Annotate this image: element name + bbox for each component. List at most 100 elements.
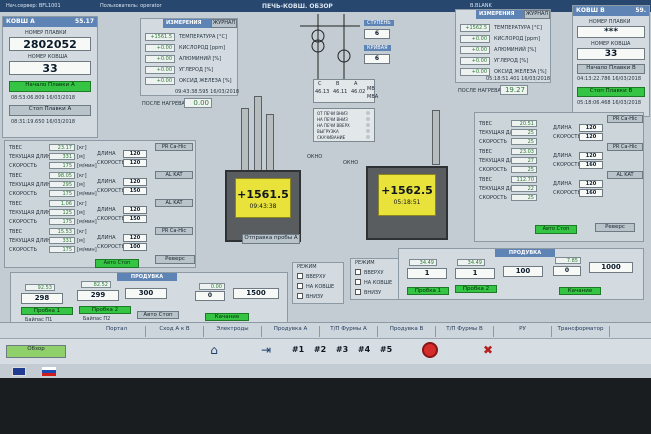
- nav-button[interactable]: #5: [376, 345, 396, 357]
- hood-status-item: НА ПЕЧИ ВНИЗ: [317, 117, 348, 122]
- wire-a-tag[interactable]: AL KAT: [155, 171, 193, 179]
- wire-b-setting-value[interactable]: 120: [579, 152, 603, 160]
- wire-a-tag[interactable]: PR Ca-Hic: [155, 143, 193, 151]
- purge-a-plug1-button[interactable]: Пробка 1: [21, 307, 73, 315]
- mode-checkbox[interactable]: [297, 283, 303, 289]
- wire-a-label: ТВЕС: [9, 201, 23, 207]
- wire-a-value: 23.17: [49, 144, 75, 151]
- wire-b-label: ТВЕС: [479, 121, 493, 127]
- measure-label: ОКСИД ЖЕЛЕЗА [%]: [494, 69, 547, 75]
- tab-1[interactable]: Портал: [88, 326, 146, 337]
- electrode-2: [254, 96, 262, 178]
- wire-a-tag[interactable]: AL KAT: [155, 199, 193, 207]
- wire-a-setting-label: ДЛИНА: [97, 235, 116, 241]
- tab-3[interactable]: Электроды: [204, 326, 262, 337]
- wire-b-setting-value[interactable]: 120: [579, 124, 603, 132]
- purge-b-panel: ПРОДУВКА 34.49 1 34.49 1 100 Пробка 1 Пр…: [398, 248, 644, 300]
- wire-a-setting-value[interactable]: 100: [123, 243, 147, 251]
- tab-7[interactable]: Т/П Фурмы В: [436, 326, 494, 337]
- wire-b-setting-value[interactable]: 160: [579, 161, 603, 169]
- ladle-b-stop-button[interactable]: Стоп Плавки В: [577, 87, 645, 97]
- wire-b-tag[interactable]: AL KAT: [607, 171, 643, 179]
- wire-a-reverse-button[interactable]: Реверс: [155, 255, 195, 264]
- purge-a-plug2-button[interactable]: Пробка 2: [79, 306, 131, 314]
- mode-item-label: ВВЕРХУ: [306, 274, 326, 280]
- wire-a-setting-value[interactable]: 120: [123, 159, 147, 167]
- ladle-a-no-label: НОМЕР КОВША: [28, 54, 68, 60]
- wire-b-auto-stop-button[interactable]: Авто Стоп: [535, 225, 577, 234]
- wire-b-setting-label: СКОРОСТЬ: [553, 190, 581, 196]
- nav-button[interactable]: #2: [310, 345, 330, 357]
- wire-b-tag[interactable]: PR Ca-Hic: [607, 115, 643, 123]
- ladle-a-header: КОВШ А 55.17: [3, 17, 97, 27]
- purge-b-p1-small: 34.49: [409, 259, 437, 266]
- phase-a-label: A: [354, 81, 358, 87]
- tab-2[interactable]: Сход А к В: [146, 326, 204, 337]
- ladle-a-stop-button[interactable]: Стоп Плавки А: [9, 105, 91, 116]
- wire-a-value: 331: [49, 237, 75, 244]
- send-sample-a-button[interactable]: Отправка пробы А: [242, 234, 300, 244]
- swing-b-button[interactable]: Качание: [559, 287, 601, 295]
- nav-button[interactable]: #3: [332, 345, 352, 357]
- tab-6[interactable]: Продувка В: [378, 326, 436, 337]
- ladle-b-start-button[interactable]: Начало Плавки В: [577, 64, 645, 74]
- wire-a-setting-value[interactable]: 120: [123, 178, 147, 186]
- measure-label: КИСЛОРОД [ppm]: [494, 36, 541, 42]
- exit-icon[interactable]: ⇥: [258, 343, 274, 359]
- wire-a-setting-value[interactable]: 120: [123, 150, 147, 158]
- mode-checkbox[interactable]: [355, 269, 361, 275]
- nav-button[interactable]: #1: [288, 345, 308, 357]
- mode-item-label: НА КОВШЕ: [306, 284, 335, 290]
- mode-checkbox[interactable]: [297, 293, 303, 299]
- wire-b-setting-value[interactable]: 120: [579, 180, 603, 188]
- tab-9[interactable]: Трансформатор: [552, 326, 610, 337]
- wire-a-setting-value[interactable]: 120: [123, 234, 147, 242]
- ladle-b-no-label: НОМЕР КОВША: [591, 41, 631, 47]
- operator-label: Пользователь: operator: [100, 3, 162, 9]
- alarm-icon[interactable]: ✖: [480, 343, 496, 359]
- russia-flag-icon[interactable]: [42, 367, 56, 376]
- page-title: ПЕЧЬ-КОВШ. ОБЗОР: [262, 3, 333, 10]
- wire-a-tag[interactable]: PR Ca-Hic: [155, 227, 193, 235]
- power-icon[interactable]: [422, 342, 438, 358]
- measure-label: АЛЮМИНИЙ [%]: [179, 56, 222, 62]
- wire-a-setting-value[interactable]: 150: [123, 187, 147, 195]
- tab-overview-button[interactable]: Обзор: [6, 345, 66, 358]
- wire-b-setting-value[interactable]: 160: [579, 189, 603, 197]
- mode-checkbox[interactable]: [355, 289, 361, 295]
- wire-a-label: ТЕКУЩАЯ ДЛИНА: [9, 182, 55, 188]
- tab-4[interactable]: Продувка А: [262, 326, 320, 337]
- wire-a-unit: [м/мин]: [77, 247, 97, 253]
- measure-b-journal-button[interactable]: ЖУРНАЛ: [524, 10, 550, 19]
- ladle-a-value: 55.17: [75, 18, 94, 25]
- mode-checkbox[interactable]: [297, 273, 303, 279]
- mode-a-title: РЕЖИМ: [297, 264, 317, 270]
- nav-button[interactable]: #4: [354, 345, 374, 357]
- hood-status-item: СКАЧИВАНИЕ: [317, 135, 346, 140]
- wire-b-value: 25: [511, 194, 537, 201]
- uk-flag-icon[interactable]: [12, 367, 26, 376]
- wire-b-reverse-button[interactable]: Реверс: [595, 223, 635, 232]
- home-icon[interactable]: ⌂: [206, 343, 222, 359]
- purge-a-auto-stop-button[interactable]: Авто Стоп: [137, 311, 179, 319]
- wire-a-setting-value[interactable]: 150: [123, 215, 147, 223]
- purge-b-plug1-button[interactable]: Пробка 1: [407, 287, 449, 295]
- measure-label: КИСЛОРОД [ppm]: [179, 45, 226, 51]
- wire-a-setting-value[interactable]: 120: [123, 206, 147, 214]
- purge-b-plug2-button[interactable]: Пробка 2: [455, 285, 497, 293]
- wire-b-setting-value[interactable]: 120: [579, 133, 603, 141]
- mode-checkbox[interactable]: [355, 279, 361, 285]
- wire-b-tag[interactable]: PR Ca-Hic: [607, 143, 643, 151]
- wire-a-auto-stop-button[interactable]: Авто Стоп: [95, 259, 139, 268]
- hood-status-lamp: [366, 111, 370, 115]
- measure-a-journal-button[interactable]: ЖУРНАЛ: [211, 19, 237, 28]
- tab-8[interactable]: РУ: [494, 326, 552, 337]
- wire-a-label: СКОРОСТЬ: [9, 191, 37, 197]
- measure-a-time: 09:43:38.595 16/03/2018: [175, 89, 239, 95]
- swing-a-button[interactable]: Качание: [205, 313, 249, 321]
- ladle-a-start-button[interactable]: Начало Плавки А: [9, 81, 91, 92]
- tab-5[interactable]: Т/П Фурмы А: [320, 326, 378, 337]
- phase-b-current: 46.11: [333, 89, 348, 95]
- hood-status-lamp: [366, 135, 370, 139]
- hood-status-item: ВЫГРУЗКА: [317, 129, 339, 134]
